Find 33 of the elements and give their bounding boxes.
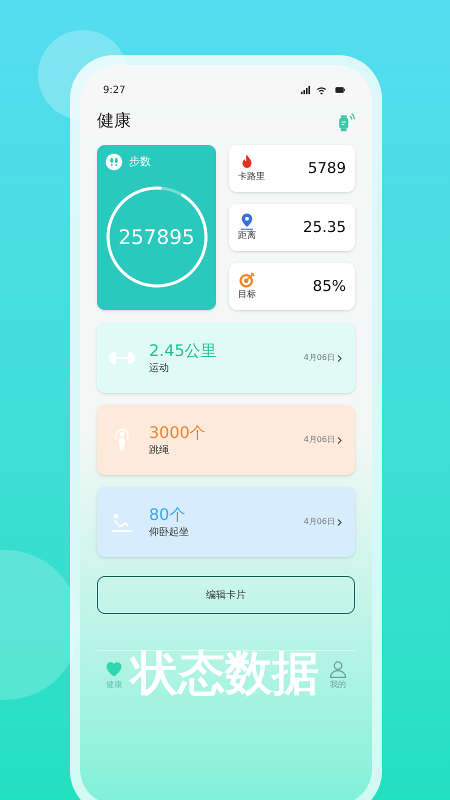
promo-caption: 状态数据 bbox=[131, 650, 319, 697]
signal-icon bbox=[299, 85, 312, 95]
steps-count: 257895 bbox=[118, 224, 195, 251]
activity-date: 4月06日 bbox=[304, 516, 335, 528]
chevron-right-icon bbox=[335, 516, 344, 528]
activity-card[interactable]: 3000个 跳绳 4月06日 bbox=[97, 405, 355, 475]
footprint-icon bbox=[105, 153, 123, 171]
steps-label: 步数 bbox=[129, 154, 151, 170]
chevron-right-icon bbox=[335, 434, 344, 446]
activity-date: 4月06日 bbox=[304, 352, 335, 364]
stat-label: 卡路里 bbox=[238, 170, 265, 184]
stat-value: 5789 bbox=[308, 158, 346, 180]
stat-label: 目标 bbox=[238, 288, 256, 302]
stat-label: 距离 bbox=[238, 230, 256, 243]
activity-value: 2.45公里 bbox=[149, 340, 218, 360]
status-time: 9:27 bbox=[103, 84, 126, 98]
activity-value: 3000个 bbox=[149, 422, 207, 442]
activity-label: 跳绳 bbox=[149, 444, 170, 458]
activity-label: 运动 bbox=[149, 362, 170, 376]
stat-value: 85% bbox=[312, 276, 346, 298]
activity-label: 仰卧起坐 bbox=[149, 526, 190, 540]
activity-value: 80个 bbox=[149, 504, 186, 524]
chevron-right-icon bbox=[335, 352, 344, 364]
wifi-icon bbox=[315, 84, 328, 96]
page-title: 健康 bbox=[97, 110, 131, 134]
activity-card[interactable]: 80个 仰卧起坐 4月06日 bbox=[97, 487, 355, 557]
location-pin-icon bbox=[238, 212, 256, 230]
person-icon bbox=[328, 659, 348, 679]
stat-value: 25.35 bbox=[303, 217, 346, 238]
activity-card[interactable]: 2.45公里 运动 4月06日 bbox=[97, 323, 355, 393]
edit-cards-button[interactable]: 编辑卡片 bbox=[97, 576, 355, 614]
target-icon bbox=[238, 270, 256, 289]
activity-date: 4月06日 bbox=[304, 434, 335, 446]
